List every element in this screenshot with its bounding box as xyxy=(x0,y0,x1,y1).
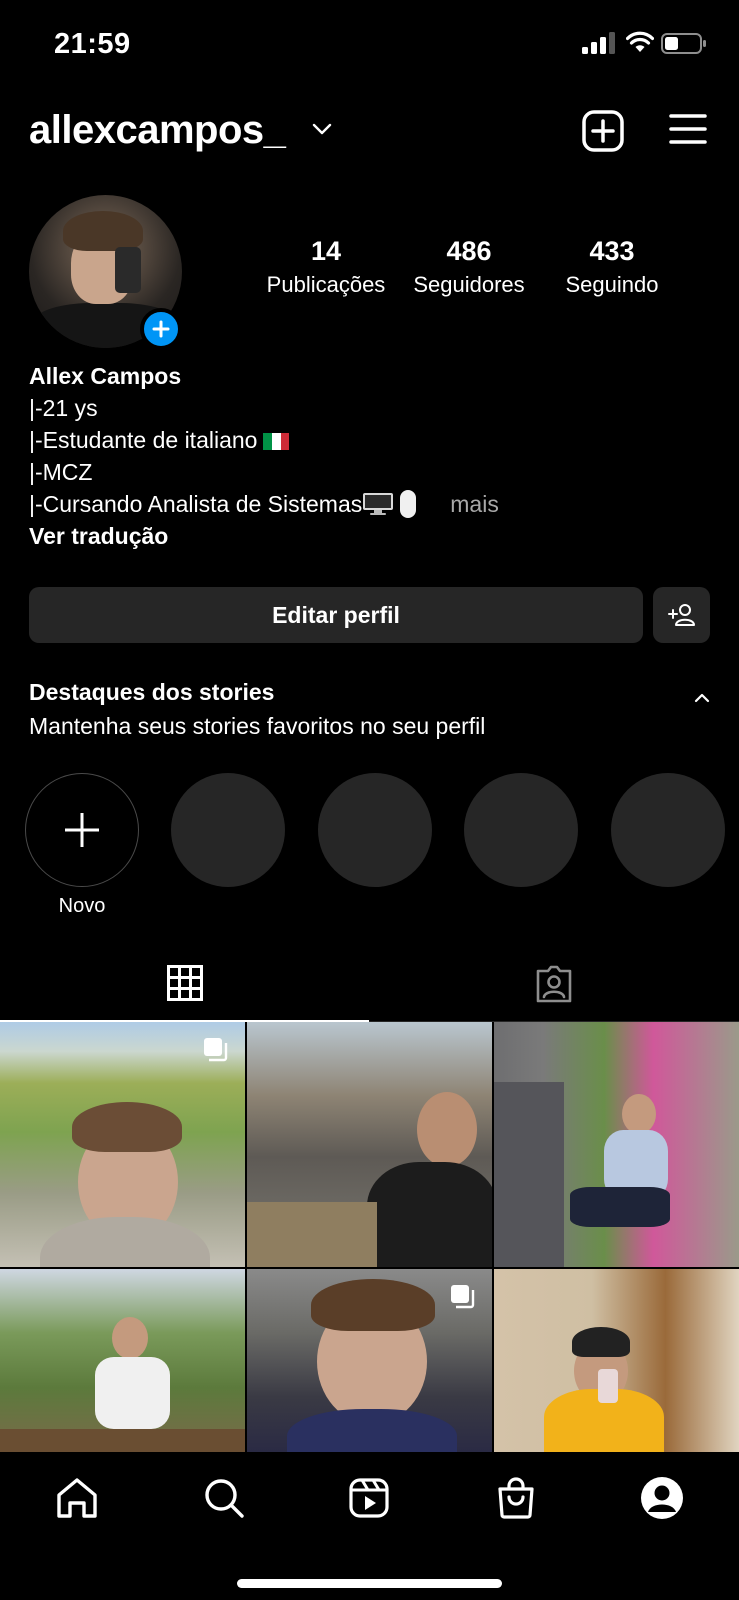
tab-tagged[interactable] xyxy=(369,945,739,1022)
highlight-placeholder xyxy=(611,773,725,887)
bio-line: |-Estudante de italiano xyxy=(29,424,709,456)
profile-header: allexcampos_ xyxy=(0,100,739,164)
post-thumbnail[interactable] xyxy=(0,1022,245,1267)
profile-icon xyxy=(641,1477,683,1519)
post-thumbnail[interactable] xyxy=(494,1269,739,1452)
search-icon xyxy=(205,1479,244,1518)
stat-label: Seguidores xyxy=(413,272,525,297)
highlights-title: Destaques dos stories xyxy=(29,679,275,705)
highlight-placeholder xyxy=(171,773,285,887)
posts-grid xyxy=(0,1022,739,1452)
cellular-signal-icon xyxy=(582,32,615,54)
highlight-placeholder xyxy=(318,773,432,887)
posts-count[interactable]: 14 Publicações xyxy=(260,236,392,298)
plus-icon xyxy=(65,813,99,847)
avatar-phone xyxy=(115,247,141,293)
stat-value: 433 xyxy=(589,236,635,266)
new-highlight-label: Novo xyxy=(58,895,106,917)
multiple-photos-icon xyxy=(451,1285,475,1309)
stat-value: 486 xyxy=(446,236,492,266)
profile-stats: 14 Publicações 486 Seguidores 433 Seguin… xyxy=(260,236,680,306)
chevron-down-icon[interactable] xyxy=(312,122,332,136)
multiple-photos-icon xyxy=(204,1038,228,1062)
following-count[interactable]: 433 Seguindo xyxy=(546,236,678,298)
highlights-subtitle: Mantenha seus stories favoritos no seu p… xyxy=(29,713,486,739)
post-thumbnail[interactable] xyxy=(494,1022,739,1267)
desktop-computer-icon xyxy=(363,493,394,515)
content-tabs xyxy=(0,945,739,1022)
stat-label: Publicações xyxy=(266,272,386,297)
nav-shop[interactable] xyxy=(492,1474,540,1522)
mouse-icon xyxy=(400,490,417,518)
bio-more-link[interactable]: mais xyxy=(450,491,499,517)
tagged-icon xyxy=(536,965,572,1002)
chevron-up-icon[interactable] xyxy=(694,693,710,703)
add-post-icon[interactable] xyxy=(582,110,624,152)
discover-people-button[interactable] xyxy=(653,587,710,643)
bio-line: |-21 ys xyxy=(29,395,98,421)
reels-icon xyxy=(349,1478,389,1518)
post-thumbnail[interactable] xyxy=(0,1269,245,1452)
edit-profile-button[interactable]: Editar perfil xyxy=(29,587,643,643)
bio-line: |-MCZ xyxy=(29,459,93,485)
nav-reels[interactable] xyxy=(345,1474,393,1522)
grid-icon xyxy=(166,964,203,1001)
profile-bio: Allex Campos |-21 ys |-Estudante de ital… xyxy=(29,360,709,552)
home-icon xyxy=(57,1478,97,1518)
bottom-navigation xyxy=(0,1452,739,1600)
add-person-icon xyxy=(667,604,695,626)
stat-label: Seguindo xyxy=(565,272,659,297)
followers-count[interactable]: 486 Seguidores xyxy=(403,236,535,298)
battery-icon xyxy=(661,33,706,54)
nav-profile[interactable] xyxy=(638,1474,686,1522)
nav-home[interactable] xyxy=(53,1474,101,1522)
status-bar: 21:59 xyxy=(0,0,739,90)
tab-posts-grid[interactable] xyxy=(0,945,369,1022)
shop-icon xyxy=(498,1477,534,1519)
plus-icon xyxy=(152,320,170,338)
new-highlight-button[interactable] xyxy=(25,773,139,887)
post-thumbnail[interactable] xyxy=(247,1022,492,1267)
menu-icon[interactable] xyxy=(669,112,707,146)
nav-search[interactable] xyxy=(200,1474,248,1522)
highlight-placeholder xyxy=(464,773,578,887)
italy-flag-icon xyxy=(263,426,290,450)
stat-value: 14 xyxy=(310,236,342,266)
wifi-icon xyxy=(626,31,654,52)
username-switcher[interactable]: allexcampos_ xyxy=(29,108,286,153)
post-thumbnail[interactable] xyxy=(247,1269,492,1452)
avatar-hair xyxy=(63,211,143,251)
see-translation-link[interactable]: Ver tradução xyxy=(29,520,709,552)
bio-line: |-Cursando Analista de Sistemas mais xyxy=(29,490,499,518)
status-time: 21:59 xyxy=(54,28,131,60)
add-story-button[interactable] xyxy=(140,308,182,350)
profile-name: Allex Campos xyxy=(29,363,182,389)
home-indicator[interactable] xyxy=(237,1579,502,1588)
